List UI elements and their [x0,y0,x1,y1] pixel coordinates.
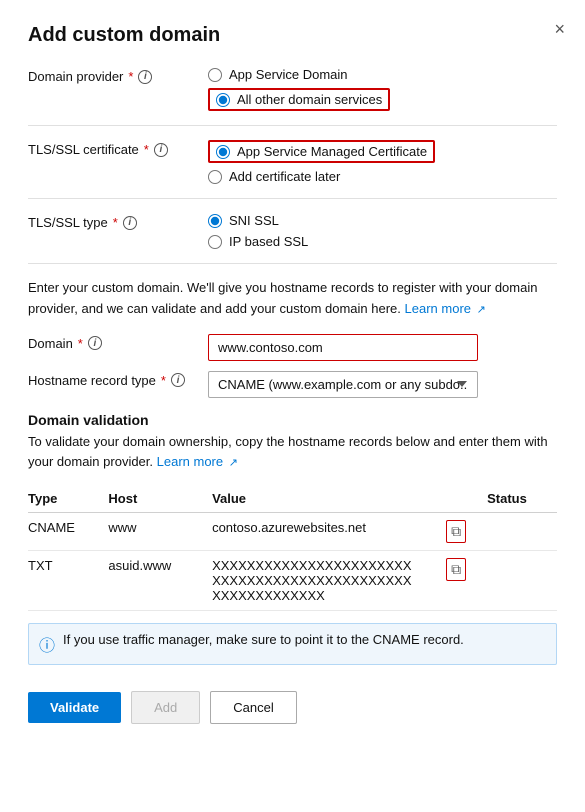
table-row: TXT asuid.www XXXXXXXXXXXXXXXXXXXXXXXXXX… [28,551,557,611]
domain-validation-external-link-icon: ↗ [229,457,238,469]
row1-value: contoso.azurewebsites.net [212,513,446,551]
col-value: Value [212,485,446,513]
description-learn-more-link[interactable]: Learn more [405,301,471,316]
tls-ssl-cert-options: App Service Managed Certificate Add cert… [208,140,435,184]
domain-field-row: Domain * i [28,334,557,361]
domain-field-label: Domain * i [28,334,208,351]
row2-copy-button[interactable]: ⧉ [446,558,466,581]
tls-ssl-type-label: TLS/SSL type * i [28,213,208,230]
domain-validation-section: Domain validation To validate your domai… [28,412,557,612]
row2-value: XXXXXXXXXXXXXXXXXXXXXXXXXXXXXXXXXXXXXXXX… [212,551,446,611]
domain-input[interactable] [208,334,478,361]
row2-copy-icon: ⧉ [451,561,461,578]
footer-buttons: Validate Add Cancel [28,683,557,724]
col-host: Host [108,485,212,513]
add-custom-domain-dialog: Add custom domain × Domain provider * i … [0,0,585,812]
domain-provider-radio-app-service[interactable] [208,68,222,82]
row1-host: www [108,513,212,551]
hostname-record-type-row: Hostname record type * i CNAME (www.exam… [28,371,557,398]
info-bar: ⓘ If you use traffic manager, make sure … [28,623,557,665]
domain-provider-label: Domain provider * i [28,67,208,84]
domain-validation-learn-more-link[interactable]: Learn more [157,454,223,469]
row1-status [487,513,557,551]
domain-provider-option-all-other[interactable]: All other domain services [208,88,390,111]
external-link-icon: ↗ [477,304,486,316]
domain-validation-table: Type Host Value Status CNAME www contoso… [28,485,557,611]
tls-ssl-cert-label: TLS/SSL certificate * i [28,140,208,157]
hostname-record-type-select[interactable]: CNAME (www.example.com or any subdo... A… [208,371,478,398]
tls-ssl-cert-row: TLS/SSL certificate * i App Service Mana… [28,140,557,184]
info-bar-text: If you use traffic manager, make sure to… [63,632,464,647]
row1-copy-icon: ⧉ [451,523,461,540]
domain-provider-option-app-service[interactable]: App Service Domain [208,67,390,82]
table-row: CNAME www contoso.azurewebsites.net ⧉ [28,513,557,551]
row2-host: asuid.www [108,551,212,611]
tls-type-radio-ip[interactable] [208,235,222,249]
tls-cert-radio-managed[interactable] [216,145,230,159]
tls-cert-option-later[interactable]: Add certificate later [208,169,435,184]
row1-copy-cell: ⧉ [446,513,487,551]
row1-copy-button[interactable]: ⧉ [446,520,466,543]
tls-ssl-type-info-icon[interactable]: i [123,216,137,230]
domain-provider-options: App Service Domain All other domain serv… [208,67,390,111]
table-header-row: Type Host Value Status [28,485,557,513]
domain-provider-radio-all-other[interactable] [216,93,230,107]
cancel-button[interactable]: Cancel [210,691,296,724]
col-type: Type [28,485,108,513]
tls-cert-radio-later[interactable] [208,170,222,184]
col-copy [446,485,487,513]
tls-ssl-type-row: TLS/SSL type * i SNI SSL IP based SSL [28,213,557,249]
dialog-title: Add custom domain [28,24,557,47]
tls-ssl-cert-info-icon[interactable]: i [154,143,168,157]
tls-type-radio-sni[interactable] [208,214,222,228]
validate-button[interactable]: Validate [28,692,121,723]
tls-type-option-ip[interactable]: IP based SSL [208,234,308,249]
divider-2 [28,198,557,199]
close-button[interactable]: × [554,20,565,38]
hostname-record-type-label: Hostname record type * i [28,371,208,388]
domain-validation-desc: To validate your domain ownership, copy … [28,432,557,474]
description-text: Enter your custom domain. We'll give you… [28,278,557,320]
row2-copy-cell: ⧉ [446,551,487,611]
tls-cert-option-managed[interactable]: App Service Managed Certificate [208,140,435,163]
domain-provider-info-icon[interactable]: i [138,70,152,84]
divider-1 [28,125,557,126]
domain-provider-row: Domain provider * i App Service Domain A… [28,67,557,111]
col-status: Status [487,485,557,513]
divider-3 [28,263,557,264]
row2-status [487,551,557,611]
domain-validation-title: Domain validation [28,412,557,428]
row1-type: CNAME [28,513,108,551]
domain-field-info-icon[interactable]: i [88,336,102,350]
info-bar-icon: ⓘ [39,632,55,656]
tls-type-option-sni[interactable]: SNI SSL [208,213,308,228]
row2-type: TXT [28,551,108,611]
tls-ssl-type-options: SNI SSL IP based SSL [208,213,308,249]
hostname-record-type-info-icon[interactable]: i [171,373,185,387]
add-button: Add [131,691,200,724]
